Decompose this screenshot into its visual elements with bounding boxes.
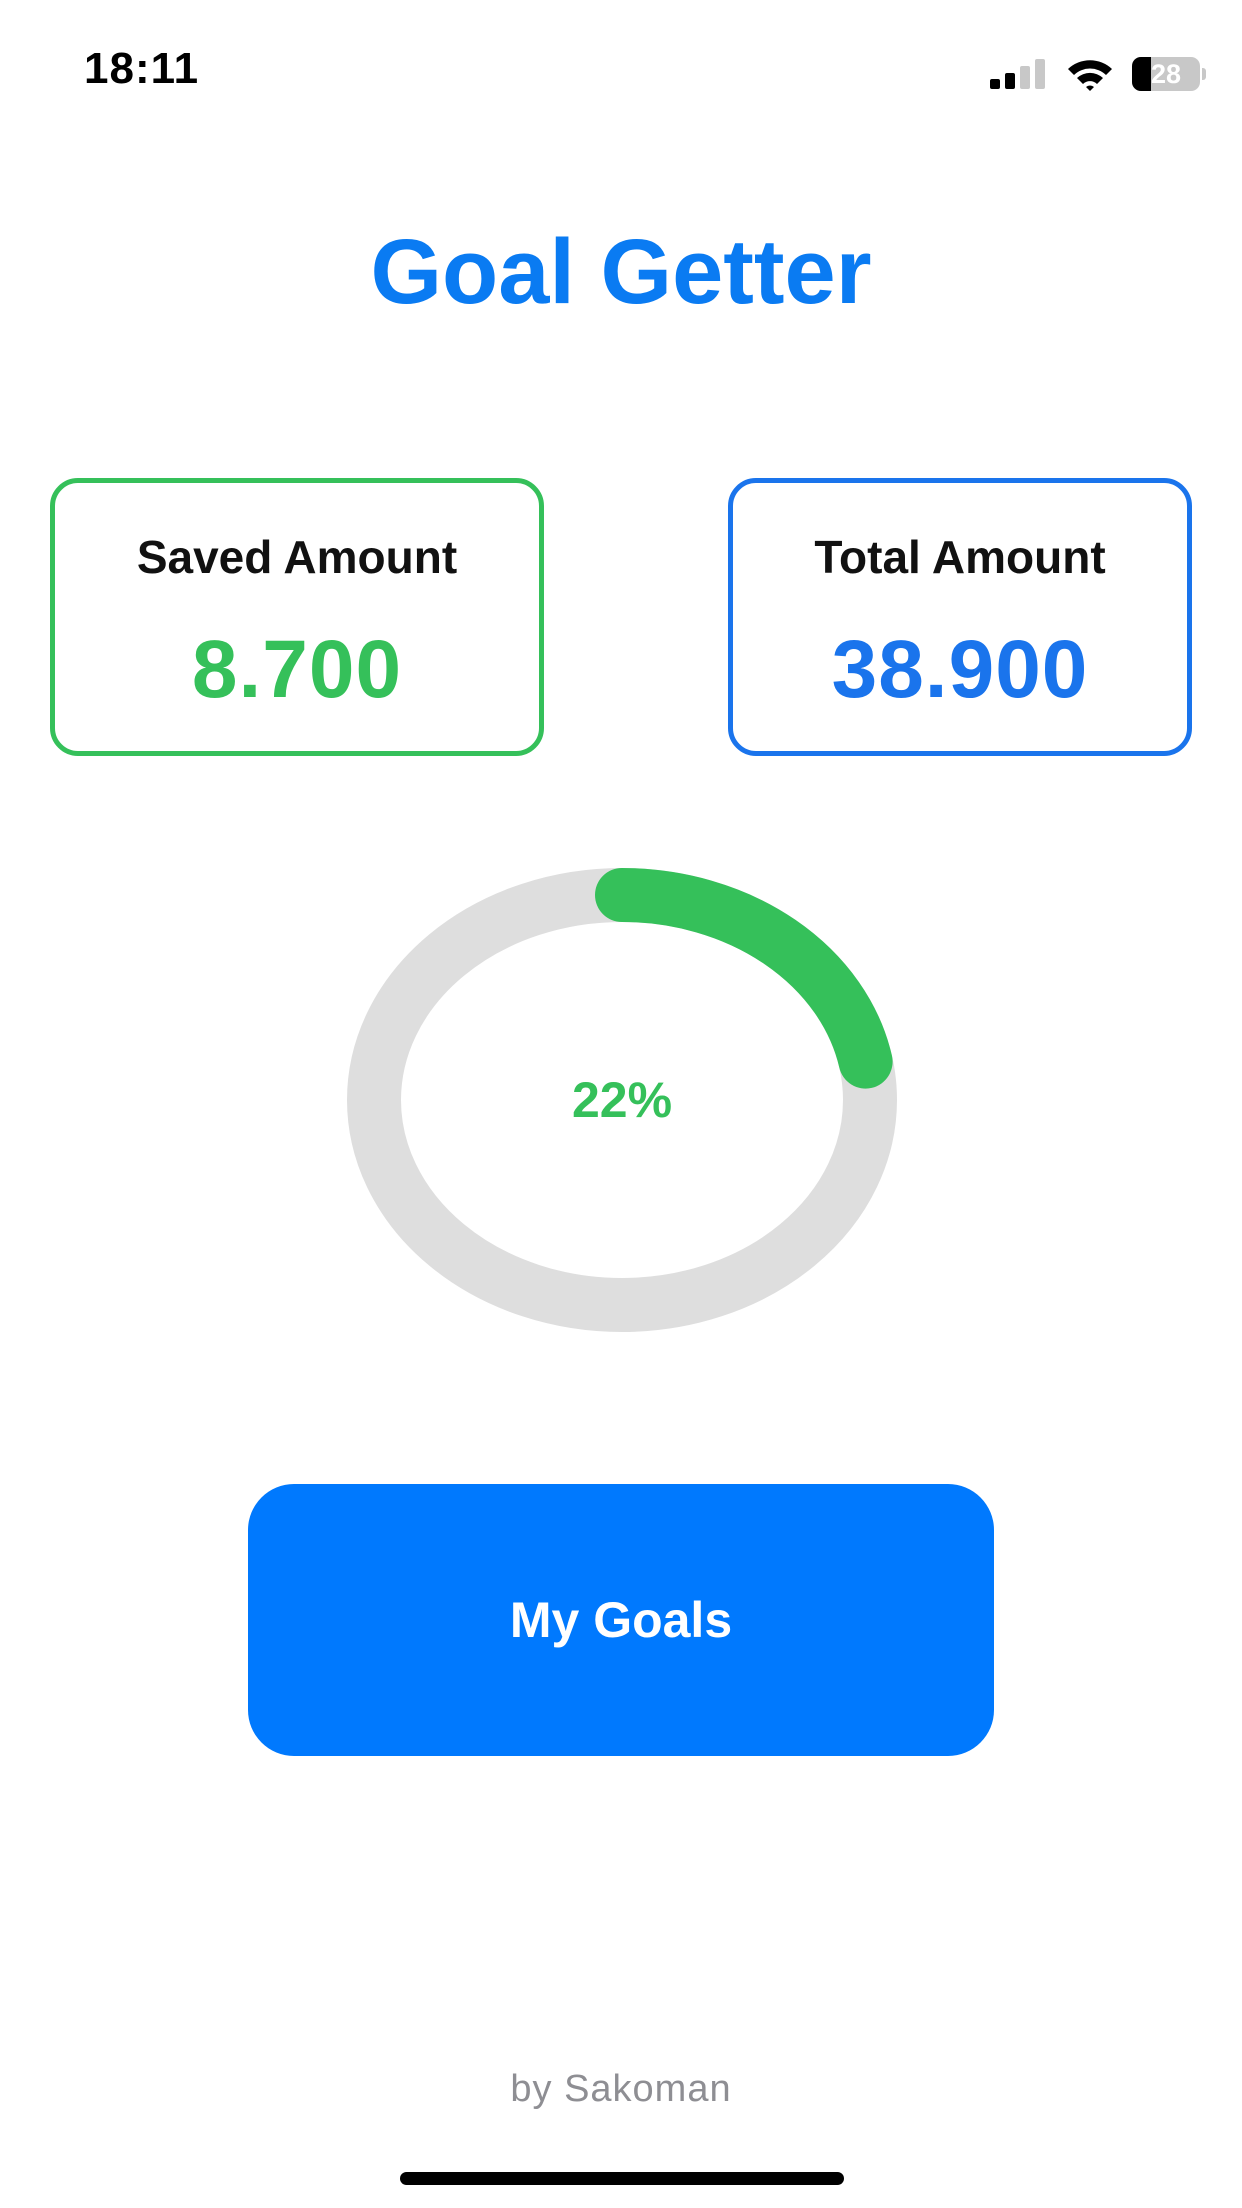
saved-amount-label: Saved Amount <box>136 531 458 583</box>
saved-amount-card: Saved Amount 8.700 <box>50 478 544 756</box>
total-amount-value: 38.900 <box>831 624 1089 715</box>
wifi-icon <box>1068 60 1112 91</box>
battery-icon: 28 <box>1132 57 1206 91</box>
page-title: Goal Getter <box>370 221 872 323</box>
status-icons: 28 <box>990 54 1206 94</box>
status-time: 18:11 <box>84 44 200 93</box>
battery-level: 28 <box>1150 59 1182 89</box>
progress-percent: 22% <box>571 1072 673 1128</box>
footer-credit: by Sakoman <box>510 2068 732 2110</box>
progress-ring: 22% <box>340 868 904 1332</box>
status-bar: 18:11 28 <box>0 0 1242 150</box>
my-goals-button[interactable]: My Goals <box>248 1484 994 1756</box>
saved-amount-value: 8.700 <box>191 624 403 715</box>
total-amount-card: Total Amount 38.900 <box>728 478 1192 756</box>
total-amount-label: Total Amount <box>814 531 1106 583</box>
home-indicator[interactable] <box>400 2172 844 2185</box>
signal-icon <box>990 59 1045 89</box>
